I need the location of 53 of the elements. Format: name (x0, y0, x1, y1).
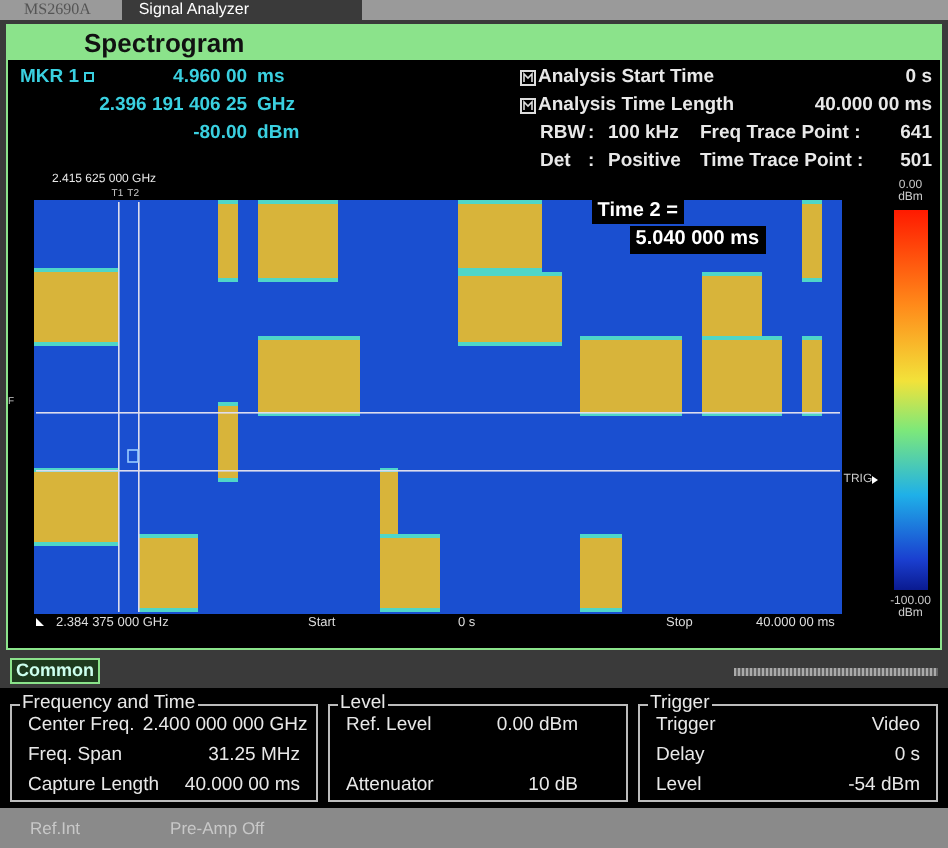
setting-label: Capture Length (28, 773, 159, 798)
setting-label: Ref. Level (346, 714, 432, 739)
trace-point-value: 501 (900, 148, 932, 176)
group-title: Level (338, 692, 388, 714)
marker-unit: dBm (257, 120, 302, 148)
setting-value: 2.400 000 000 GHz (142, 714, 308, 739)
trace-point-label: Freq Trace Point : (700, 120, 861, 148)
setting-value: 31.25 MHz (208, 743, 300, 768)
status-item: Ref.Int (30, 815, 81, 841)
time-value: 5.040 000 ms (629, 226, 766, 254)
setting-label: Freq. Span (28, 743, 122, 768)
group-title: Trigger (648, 692, 712, 714)
setting-label: Center Freq. (28, 714, 135, 739)
view-title: Spectrogram (84, 25, 245, 62)
group-title: Frequency and Time (20, 692, 198, 714)
setting-value: 0 s (894, 743, 920, 768)
setting-value: Video (871, 714, 920, 739)
setting-label: Trigger (656, 714, 716, 739)
setting-value: 0.00 dBm (496, 714, 578, 739)
param-separator: : (588, 148, 597, 176)
origin-marker-icon (36, 618, 44, 626)
setting-value: 40.000 00 ms (184, 773, 300, 798)
param-separator: : (588, 120, 597, 148)
param-value: 100 kHz (608, 120, 681, 148)
marker-square-icon (83, 72, 94, 82)
setting-label: Delay (656, 743, 705, 768)
trigger-arrow-icon (872, 476, 879, 484)
marker-value: -80.00 (193, 120, 248, 148)
memory-icon (520, 98, 536, 114)
param-label: RBW (538, 120, 588, 148)
status-item: Pre-Amp Off (170, 815, 265, 841)
marker-unit: GHz (257, 92, 298, 120)
app-title: Signal Analyzer (122, 0, 363, 20)
param-label: Det (538, 148, 573, 176)
analysis-label: Analysis Start Time (538, 64, 715, 92)
setting-value: 10 dB (528, 773, 578, 798)
setting-value: -54 dBm (848, 773, 920, 798)
analysis-value: 40.000 00 ms (814, 92, 932, 120)
param-value: Positive (608, 148, 683, 176)
marker-unit: ms (257, 64, 287, 92)
trace-point-value: 641 (900, 120, 932, 148)
setting-label: Level (656, 773, 702, 798)
model-label: MS2690A (22, 2, 93, 18)
analysis-label: Analysis Time Length (538, 92, 735, 120)
time-label: Time 2 = (591, 200, 684, 224)
marker-value: 2.396 191 406 25 (99, 92, 248, 120)
analysis-value: 0 s (905, 64, 932, 92)
memory-icon (520, 70, 536, 86)
tab[interactable]: Common (10, 658, 100, 684)
setting-label: Attenuator (346, 773, 434, 798)
trace-point-label: Time Trace Point : (700, 148, 864, 176)
marker-value: 4.960 00 (173, 64, 248, 92)
marker-label: MKR 1 (18, 64, 80, 92)
